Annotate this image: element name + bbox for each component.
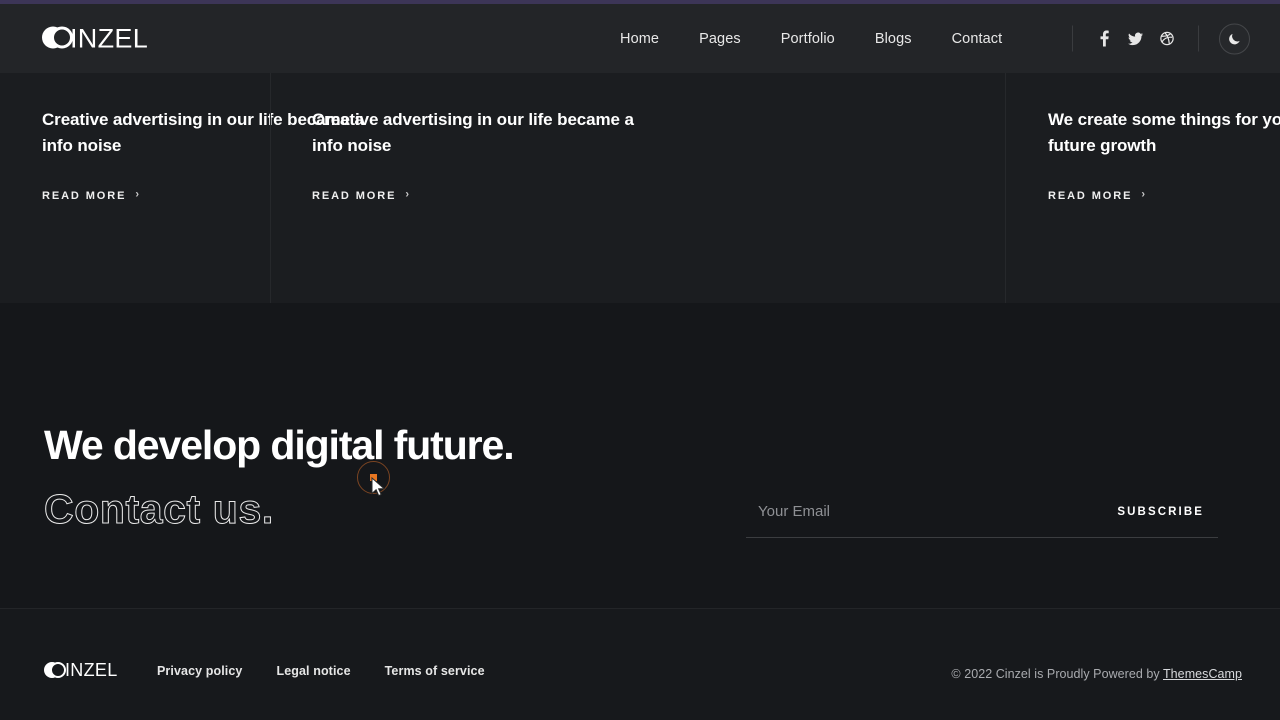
double-moon-logo-icon: [44, 661, 66, 679]
dribbble-icon[interactable]: [1151, 26, 1182, 52]
cta-heading: We develop digital future.: [44, 422, 515, 468]
card-divider: [270, 73, 271, 303]
moon-icon: [1228, 33, 1240, 45]
chevron-right-icon: ›: [405, 188, 411, 201]
footer-link-privacy-policy[interactable]: Privacy policy: [157, 664, 242, 678]
footer-link-terms-of-service[interactable]: Terms of service: [385, 664, 485, 678]
feature-card[interactable]: Creative advertising in our life became …: [0, 73, 364, 303]
themescamp-link[interactable]: ThemesCamp: [1163, 667, 1242, 681]
site-footer: INZEL Privacy policy Legal notice Terms …: [0, 608, 1280, 720]
site-header: INZEL Home Pages Portfolio Blogs Contact: [0, 4, 1280, 73]
read-more-link[interactable]: READ MORE ›: [42, 188, 141, 202]
facebook-icon[interactable]: [1089, 26, 1120, 52]
card-divider: [1005, 73, 1006, 303]
nav-item-blogs[interactable]: Blogs: [855, 25, 932, 53]
site-logo[interactable]: INZEL: [42, 25, 148, 52]
cta-section: We develop digital future. Contact us. S…: [0, 303, 1280, 608]
header-divider-left: [1072, 25, 1073, 52]
social-links: [1089, 26, 1182, 52]
main-navigation: Home Pages Portfolio Blogs Contact: [600, 25, 1022, 53]
footer-logo[interactable]: INZEL: [44, 661, 118, 679]
copyright-text: © 2022 Cinzel is Proudly Powered by Them…: [951, 667, 1242, 681]
read-more-link[interactable]: READ MORE ›: [1048, 188, 1147, 202]
page-root: INZEL Home Pages Portfolio Blogs Contact: [0, 0, 1280, 720]
nav-item-home[interactable]: Home: [600, 25, 679, 53]
twitter-icon[interactable]: [1120, 26, 1151, 52]
header-divider-right: [1198, 25, 1199, 52]
header-actions: [1056, 23, 1250, 54]
nav-item-contact[interactable]: Contact: [932, 25, 1023, 53]
cta-contact-us-link[interactable]: Contact us.: [44, 488, 274, 530]
copyright-prefix: © 2022 Cinzel is Proudly Powered by: [951, 667, 1163, 681]
read-more-label: READ MORE: [312, 189, 397, 202]
nav-item-portfolio[interactable]: Portfolio: [761, 25, 855, 53]
read-more-label: READ MORE: [42, 189, 127, 202]
footer-navigation: Privacy policy Legal notice Terms of ser…: [157, 664, 485, 678]
feature-cards-strip: Creative advertising in our life became …: [0, 73, 1280, 303]
subscribe-form: SUBSCRIBE: [746, 486, 1218, 538]
card-title: Creative advertising in our life became …: [312, 110, 634, 156]
chevron-right-icon: ›: [135, 188, 141, 201]
read-more-link[interactable]: READ MORE ›: [312, 188, 411, 202]
nav-item-pages[interactable]: Pages: [679, 25, 761, 53]
double-moon-logo-icon: [42, 26, 73, 51]
footer-link-legal-notice[interactable]: Legal notice: [276, 664, 350, 678]
theme-toggle-button[interactable]: [1219, 23, 1250, 54]
logo-wordmark: INZEL: [70, 23, 149, 53]
chevron-right-icon: ›: [1141, 188, 1147, 201]
subscribe-button[interactable]: SUBSCRIBE: [1107, 498, 1218, 526]
email-input[interactable]: [746, 486, 1108, 537]
card-title: We create some things for your success i…: [1048, 110, 1280, 156]
footer-logo-wordmark: INZEL: [65, 660, 118, 680]
feature-card[interactable]: Creative advertising in our life became …: [270, 73, 1006, 303]
read-more-label: READ MORE: [1048, 189, 1133, 202]
feature-card[interactable]: We create some things for your success i…: [1006, 73, 1280, 303]
